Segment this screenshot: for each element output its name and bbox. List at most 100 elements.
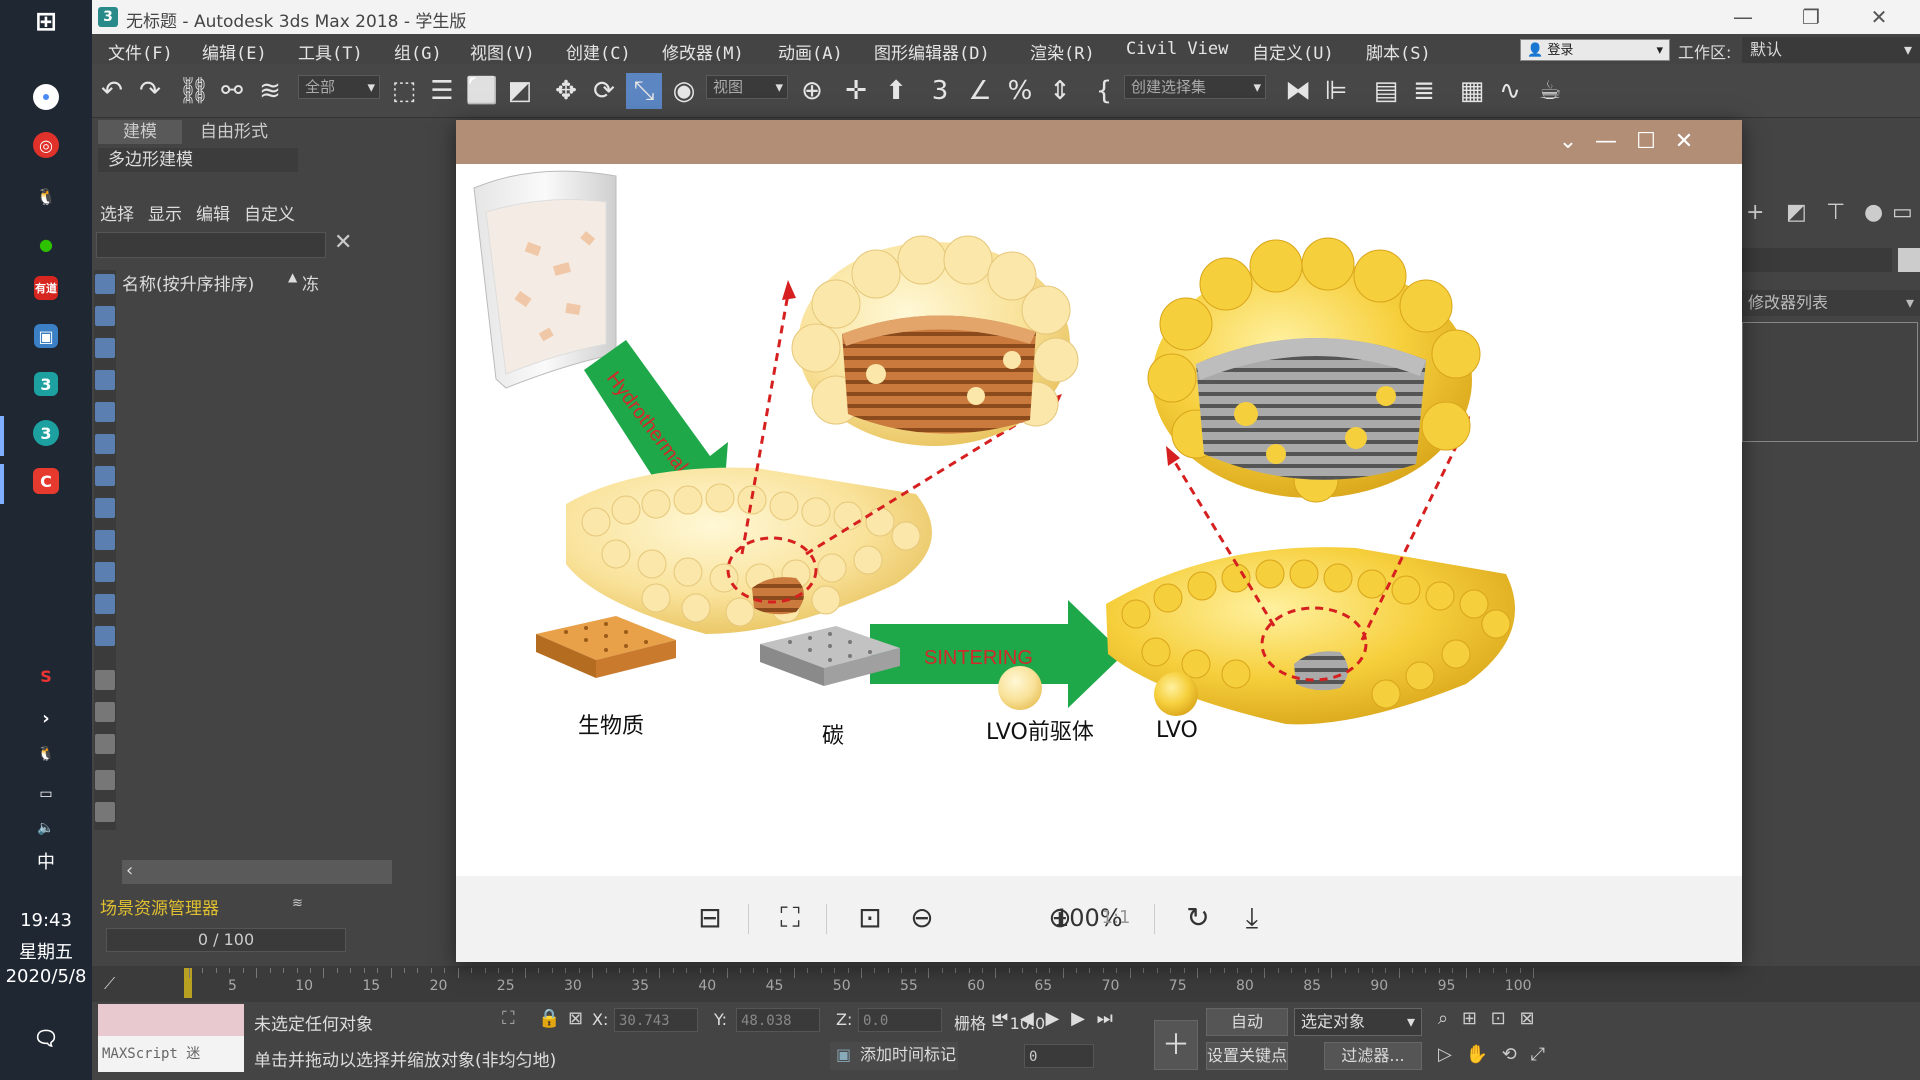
play-icon[interactable]: ▶ bbox=[1046, 1008, 1060, 1029]
explorer-menu-customize[interactable]: 自定义 bbox=[244, 200, 295, 225]
x-coordinate-field[interactable]: 30.743 bbox=[614, 1008, 698, 1032]
filter-icon[interactable] bbox=[95, 770, 115, 790]
explorer-menu-select[interactable]: 选择 bbox=[100, 200, 134, 225]
layer-explorer-icon[interactable]: ≣ bbox=[1406, 73, 1442, 109]
display-lights-icon[interactable] bbox=[95, 338, 115, 358]
modifier-list-dropdown[interactable]: 修改器列表 ▾ bbox=[1742, 290, 1920, 316]
menu-view[interactable]: 视图(V) bbox=[470, 39, 535, 64]
mirror-icon[interactable]: ⧓ bbox=[1280, 73, 1316, 109]
display-xrefs-icon[interactable] bbox=[95, 498, 115, 518]
column-frozen[interactable]: 冻 bbox=[302, 270, 319, 295]
scene-explorer-icon[interactable]: ▤ bbox=[1368, 73, 1404, 109]
ribbon-tab-modeling[interactable]: 建模 bbox=[98, 120, 182, 144]
create-tab-icon[interactable]: + bbox=[1746, 200, 1764, 225]
current-frame-field[interactable]: 0 bbox=[1024, 1044, 1094, 1068]
y-coordinate-field[interactable]: 48.038 bbox=[736, 1008, 820, 1032]
edit-named-selection-icon[interactable]: { bbox=[1086, 73, 1122, 109]
polygon-modeling-panel[interactable]: 多边形建模 bbox=[98, 148, 298, 172]
viewer-minimize-icon[interactable]: — bbox=[1590, 127, 1622, 157]
reference-coordinate-dropdown[interactable]: 视图 ▾ bbox=[706, 75, 788, 99]
select-manipulate-icon[interactable]: ✛ bbox=[838, 73, 874, 109]
curve-editor-mini-icon[interactable]: ⟋ bbox=[104, 974, 115, 994]
bind-space-warp-icon[interactable]: ≋ bbox=[252, 73, 288, 109]
pan-icon[interactable]: ✋ bbox=[1466, 1044, 1488, 1065]
key-filter-dropdown[interactable]: 选定对象 ▾ bbox=[1294, 1008, 1422, 1036]
timeline-track[interactable]: ⟋ 5 10 15 20 25 30 35 40 45 50 55 60 65 70 75 80 85 90 95 1… bbox=[92, 966, 1920, 1002]
menu-edit[interactable]: 编辑(E) bbox=[202, 39, 267, 64]
toggle-ribbon-icon[interactable]: ▦ bbox=[1454, 73, 1490, 109]
snaps-toggle-icon[interactable]: 3 bbox=[922, 73, 958, 109]
restore-button[interactable]: ❐ bbox=[1788, 2, 1834, 32]
key-filters-button[interactable]: 过滤器... bbox=[1324, 1042, 1422, 1070]
netease-music-icon[interactable]: ◎ bbox=[33, 132, 59, 158]
link-icon[interactable]: ⛓ bbox=[176, 73, 212, 109]
display-groups-icon[interactable] bbox=[95, 466, 115, 486]
angle-snap-icon[interactable]: ∠ bbox=[962, 73, 998, 109]
menu-animation[interactable]: 动画(A) bbox=[778, 39, 843, 64]
zoom-out-icon[interactable]: ⊖ bbox=[902, 898, 942, 938]
window-crossing-icon[interactable]: ◩ bbox=[502, 73, 538, 109]
zoom-extents-icon[interactable]: ⊡ bbox=[1491, 1008, 1506, 1029]
display-spacewarps-icon[interactable] bbox=[95, 434, 115, 454]
go-to-end-icon[interactable]: ⏭ bbox=[1097, 1008, 1113, 1029]
ribbon-tab-freeform[interactable]: 自由形式 bbox=[184, 120, 284, 144]
curve-editor-icon[interactable]: ∿ bbox=[1492, 73, 1528, 109]
csdn-icon[interactable]: C bbox=[33, 468, 59, 494]
time-slider-marker[interactable] bbox=[184, 968, 192, 998]
download-icon[interactable]: ⤓ bbox=[1232, 898, 1272, 938]
create-key-icon[interactable]: ＋ bbox=[1154, 1020, 1198, 1070]
menu-tools[interactable]: 工具(T) bbox=[298, 39, 363, 64]
display-all-icon[interactable] bbox=[95, 670, 115, 690]
percent-snap-icon[interactable]: % bbox=[1002, 73, 1038, 109]
notification-center-icon[interactable]: 🗨 bbox=[30, 1022, 62, 1054]
menu-create[interactable]: 创建(C) bbox=[566, 39, 631, 64]
rectangular-selection-icon[interactable]: ⬜ bbox=[464, 73, 500, 109]
display-containers-icon[interactable] bbox=[95, 562, 115, 582]
menu-rendering[interactable]: 渲染(R) bbox=[1030, 39, 1095, 64]
menu-group[interactable]: 组(G) bbox=[394, 39, 442, 64]
display-shapes-icon[interactable] bbox=[95, 306, 115, 326]
orbit-icon[interactable]: ⟲ bbox=[1502, 1044, 1517, 1065]
sogou-icon[interactable]: S bbox=[30, 660, 62, 692]
redo-icon[interactable]: ↷ bbox=[132, 73, 168, 109]
display-hidden-icon[interactable] bbox=[95, 626, 115, 646]
time-slider[interactable]: 0 / 100 bbox=[106, 928, 346, 952]
actual-size-icon[interactable]: 1:1 bbox=[1096, 898, 1136, 938]
thumbnail-view-icon[interactable]: ⊟ bbox=[690, 898, 730, 938]
unlink-icon[interactable]: ⚯ bbox=[214, 73, 250, 109]
menu-graph-editors[interactable]: 图形编辑器(D) bbox=[874, 39, 990, 64]
auto-key-button[interactable]: 自动 bbox=[1206, 1008, 1288, 1036]
select-by-name-icon[interactable]: ☰ bbox=[424, 73, 460, 109]
display-tab-icon[interactable]: ▭ bbox=[1892, 200, 1913, 225]
maximize-viewport-icon[interactable]: ⤢ bbox=[1531, 1044, 1545, 1065]
zoom-icon[interactable]: ⌕ bbox=[1438, 1008, 1448, 1029]
youdao-icon[interactable]: 有道 bbox=[34, 276, 58, 300]
keyboard-shortcut-override-icon[interactable]: ⬆ bbox=[878, 73, 914, 109]
tray-volume-icon[interactable]: 🔈 bbox=[30, 812, 62, 844]
close-button[interactable]: ✕ bbox=[1856, 2, 1902, 32]
explorer-horizontal-scrollbar[interactable]: ‹ bbox=[122, 860, 392, 884]
ime-indicator[interactable]: 中 bbox=[0, 848, 92, 874]
viewer-close-icon[interactable]: ✕ bbox=[1668, 127, 1700, 157]
menu-civil-view[interactable]: Civil View bbox=[1126, 39, 1228, 59]
display-none-icon[interactable] bbox=[95, 702, 115, 722]
workspace-dropdown[interactable]: 默认 ▾ bbox=[1742, 37, 1920, 63]
render-setup-icon[interactable]: ☕ bbox=[1532, 73, 1568, 109]
windows-start-icon[interactable]: ⊞ bbox=[30, 6, 62, 38]
scene-manager-bar[interactable]: 场景资源管理器 ≋ bbox=[92, 890, 392, 919]
maxscript-listener[interactable]: MAXScript 迷 bbox=[98, 1004, 244, 1074]
clear-search-icon[interactable]: ✕ bbox=[334, 230, 352, 255]
next-frame-icon[interactable]: ▶ bbox=[1071, 1008, 1085, 1029]
menu-file[interactable]: 文件(F) bbox=[108, 39, 173, 64]
viewer-image[interactable]: Hydrothermal SINTERING 生物质 碳 LVO前驱体 LVO bbox=[456, 164, 1742, 876]
zoom-all-icon[interactable]: ⊞ bbox=[1462, 1008, 1477, 1029]
tray-network-icon[interactable]: ▭ bbox=[30, 778, 62, 810]
viewer-maximize-icon[interactable]: ☐ bbox=[1630, 127, 1662, 157]
menu-scripting[interactable]: 脚本(S) bbox=[1366, 39, 1431, 64]
set-key-button[interactable]: 设置关键点 bbox=[1206, 1042, 1288, 1070]
qq-icon[interactable]: 🐧 bbox=[30, 180, 62, 212]
3dsmax-running-icon[interactable]: 3 bbox=[33, 420, 59, 446]
modify-tab-icon[interactable]: ◩ bbox=[1786, 200, 1807, 225]
field-of-view-icon[interactable]: ▷ bbox=[1438, 1044, 1452, 1065]
pivot-center-icon[interactable]: ⊕ bbox=[794, 73, 830, 109]
